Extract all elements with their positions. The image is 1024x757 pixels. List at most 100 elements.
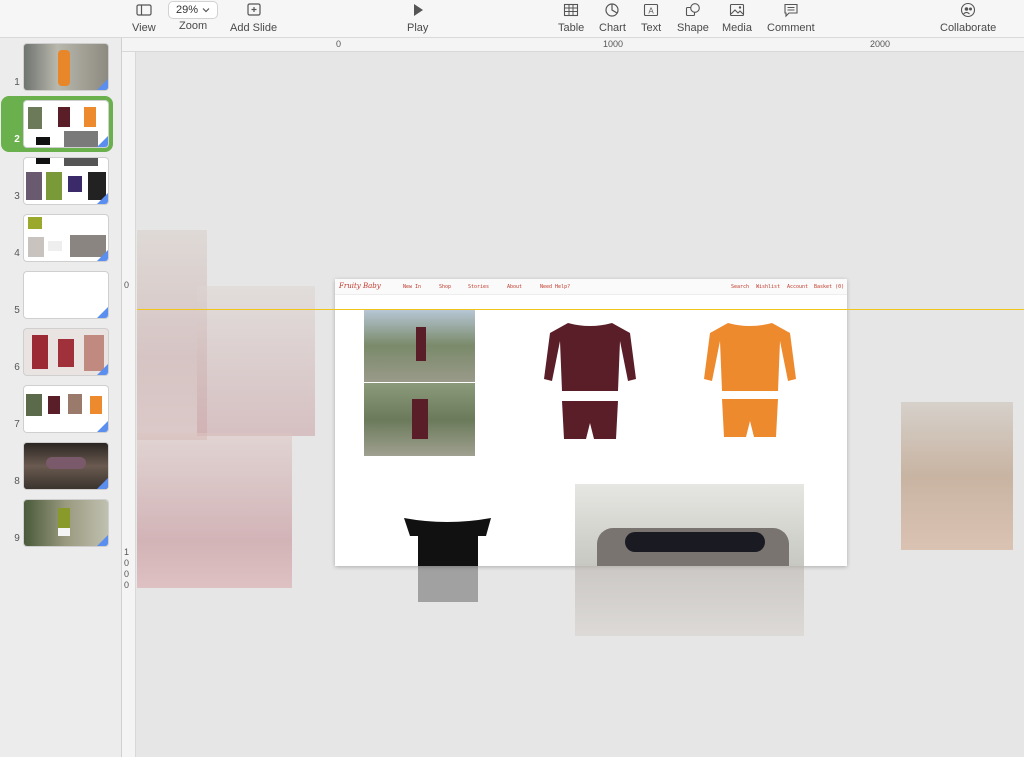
slide-thumbnail-3[interactable]: 3 xyxy=(0,154,122,206)
shape-icon xyxy=(685,3,700,17)
ruler-label: 1000 xyxy=(603,39,624,49)
slide-thumbnail-5[interactable]: 5 xyxy=(0,268,122,320)
model-figure xyxy=(412,399,428,439)
model-figure xyxy=(416,327,426,361)
svg-text:A: A xyxy=(648,7,654,16)
slide-number: 3 xyxy=(14,191,20,202)
slide-number: 1 xyxy=(14,77,20,88)
add-slide-button[interactable]: Add Slide xyxy=(230,2,277,34)
slide-thumbnail-8[interactable]: 8 xyxy=(0,439,122,491)
slide-number: 2 xyxy=(14,134,20,145)
slide-preview xyxy=(24,158,108,204)
slide-thumbnail-2[interactable]: 2 xyxy=(0,97,122,149)
slide-thumbnail-1[interactable]: 1 xyxy=(0,40,122,92)
slide-preview xyxy=(24,500,108,546)
zoom-dropdown[interactable]: 29% xyxy=(168,1,218,19)
slide-thumbnail-6[interactable]: 6 xyxy=(0,325,122,377)
offslide-image[interactable] xyxy=(137,433,292,588)
slide-navigator: 1 2 3 4 5 6 7 8 9 xyxy=(0,38,122,757)
ruler-label: 0 xyxy=(124,580,130,590)
black-top-overflow xyxy=(418,566,478,602)
ruler-label: 0 xyxy=(124,558,130,568)
shape-button[interactable]: Shape xyxy=(677,2,709,34)
collaborate-label: Collaborate xyxy=(940,22,997,34)
slide-number: 7 xyxy=(14,419,20,430)
ruler-label: 0 xyxy=(336,39,342,49)
chart-label: Chart xyxy=(599,22,626,34)
slide-preview xyxy=(24,443,108,489)
play-button[interactable]: Play xyxy=(407,2,428,34)
slide-thumbnail-7[interactable]: 7 xyxy=(0,382,122,434)
build-indicator xyxy=(97,136,108,147)
slide-number: 8 xyxy=(14,476,20,487)
offslide-image[interactable] xyxy=(901,402,1013,550)
slide-preview xyxy=(24,44,108,90)
website-nav: Fruity Baby New In Shop Stories About Ne… xyxy=(335,279,847,295)
comment-label: Comment xyxy=(767,22,815,34)
slide-preview xyxy=(24,329,108,375)
nav-item: Need Help? xyxy=(540,284,571,290)
horizontal-ruler: 0 1000 2000 xyxy=(122,38,1024,52)
ruler-label: 0 xyxy=(124,280,130,290)
play-icon xyxy=(413,4,423,16)
current-slide[interactable]: Fruity Baby New In Shop Stories About Ne… xyxy=(335,279,847,566)
chart-button[interactable]: Chart xyxy=(599,2,626,34)
text-label: Text xyxy=(641,22,662,34)
reclining-figure xyxy=(625,532,765,552)
zoom-value: 29% xyxy=(175,4,199,16)
collaborate-button[interactable]: Collaborate xyxy=(940,2,996,34)
slide-preview xyxy=(24,272,108,318)
vertical-ruler: 0 1 0 0 0 xyxy=(122,52,136,757)
slide-preview xyxy=(24,101,108,147)
zoom-label-wrap: Zoom xyxy=(179,20,207,32)
media-icon xyxy=(729,3,745,17)
maroon-loungewear-set[interactable] xyxy=(540,319,640,444)
slide-preview xyxy=(24,386,108,432)
table-button[interactable]: Table xyxy=(558,2,584,34)
slide-preview xyxy=(24,215,108,261)
text-button[interactable]: A Text xyxy=(641,2,661,34)
media-button[interactable]: Media xyxy=(722,2,752,34)
garden-photo-top[interactable] xyxy=(364,309,475,382)
ruler-label: 2000 xyxy=(870,39,891,49)
play-label: Play xyxy=(407,22,429,34)
shape-label: Shape xyxy=(677,22,709,34)
ruler-label: 0 xyxy=(124,569,130,579)
sofa-photo[interactable] xyxy=(575,484,804,566)
slide-number: 4 xyxy=(14,248,20,259)
table-icon xyxy=(564,3,579,17)
build-indicator xyxy=(97,79,108,90)
media-label: Media xyxy=(722,22,752,34)
comment-button[interactable]: Comment xyxy=(767,2,815,34)
slide-thumbnail-9[interactable]: 9 xyxy=(0,496,122,548)
view-button[interactable]: View xyxy=(132,2,156,34)
black-off-shoulder-top[interactable] xyxy=(400,514,495,566)
build-indicator xyxy=(97,193,108,204)
sofa-photo-overflow xyxy=(575,566,804,636)
ruler-label: 1 xyxy=(124,547,130,557)
nav-item: Search xyxy=(731,284,750,290)
nav-item: Basket (0) xyxy=(814,284,845,290)
chart-icon xyxy=(605,3,620,17)
build-indicator xyxy=(97,421,108,432)
view-label: View xyxy=(132,22,156,34)
add-slide-label: Add Slide xyxy=(230,22,278,34)
sidebar-icon xyxy=(136,4,152,16)
slide-number: 9 xyxy=(14,533,20,544)
orange-loungewear-set[interactable] xyxy=(700,319,800,444)
slide-thumbnail-4[interactable]: 4 xyxy=(0,211,122,263)
nav-item: About xyxy=(507,284,523,290)
garden-photo-bottom[interactable] xyxy=(364,383,475,456)
build-indicator xyxy=(97,307,108,318)
zoom-label: Zoom xyxy=(179,20,208,32)
slide-number: 5 xyxy=(14,305,20,316)
collaborate-icon xyxy=(961,2,976,18)
nav-item: New In xyxy=(403,284,422,290)
build-indicator xyxy=(97,250,108,261)
nav-item: Shop xyxy=(439,284,452,290)
table-label: Table xyxy=(558,22,585,34)
add-slide-icon xyxy=(246,3,261,16)
site-logo: Fruity Baby xyxy=(339,282,381,290)
nav-item: Stories xyxy=(468,284,490,290)
text-box-icon: A xyxy=(644,3,659,17)
